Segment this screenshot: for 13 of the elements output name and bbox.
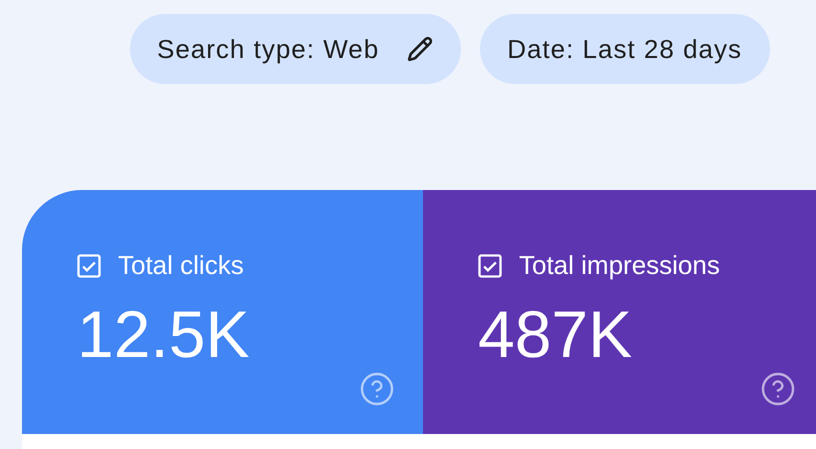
checked-checkbox-icon[interactable]	[476, 252, 504, 280]
checked-checkbox-icon[interactable]	[75, 252, 103, 280]
metric-value: 487K	[477, 301, 634, 367]
help-icon[interactable]	[760, 371, 796, 407]
metric-label: Total clicks	[118, 249, 244, 282]
filter-chip[interactable]: Search type: Web	[130, 14, 462, 84]
filter-chip[interactable]: Date: Last 28 days	[480, 14, 770, 84]
metric-label: Total impressions	[519, 249, 720, 282]
metric-card[interactable]: Total clicks 12.5K	[22, 190, 423, 434]
help-icon[interactable]	[359, 371, 395, 407]
edit-icon[interactable]	[407, 36, 434, 62]
metric-card[interactable]: Total impressions 487K	[423, 190, 816, 434]
metric-value: 12.5K	[76, 301, 250, 367]
